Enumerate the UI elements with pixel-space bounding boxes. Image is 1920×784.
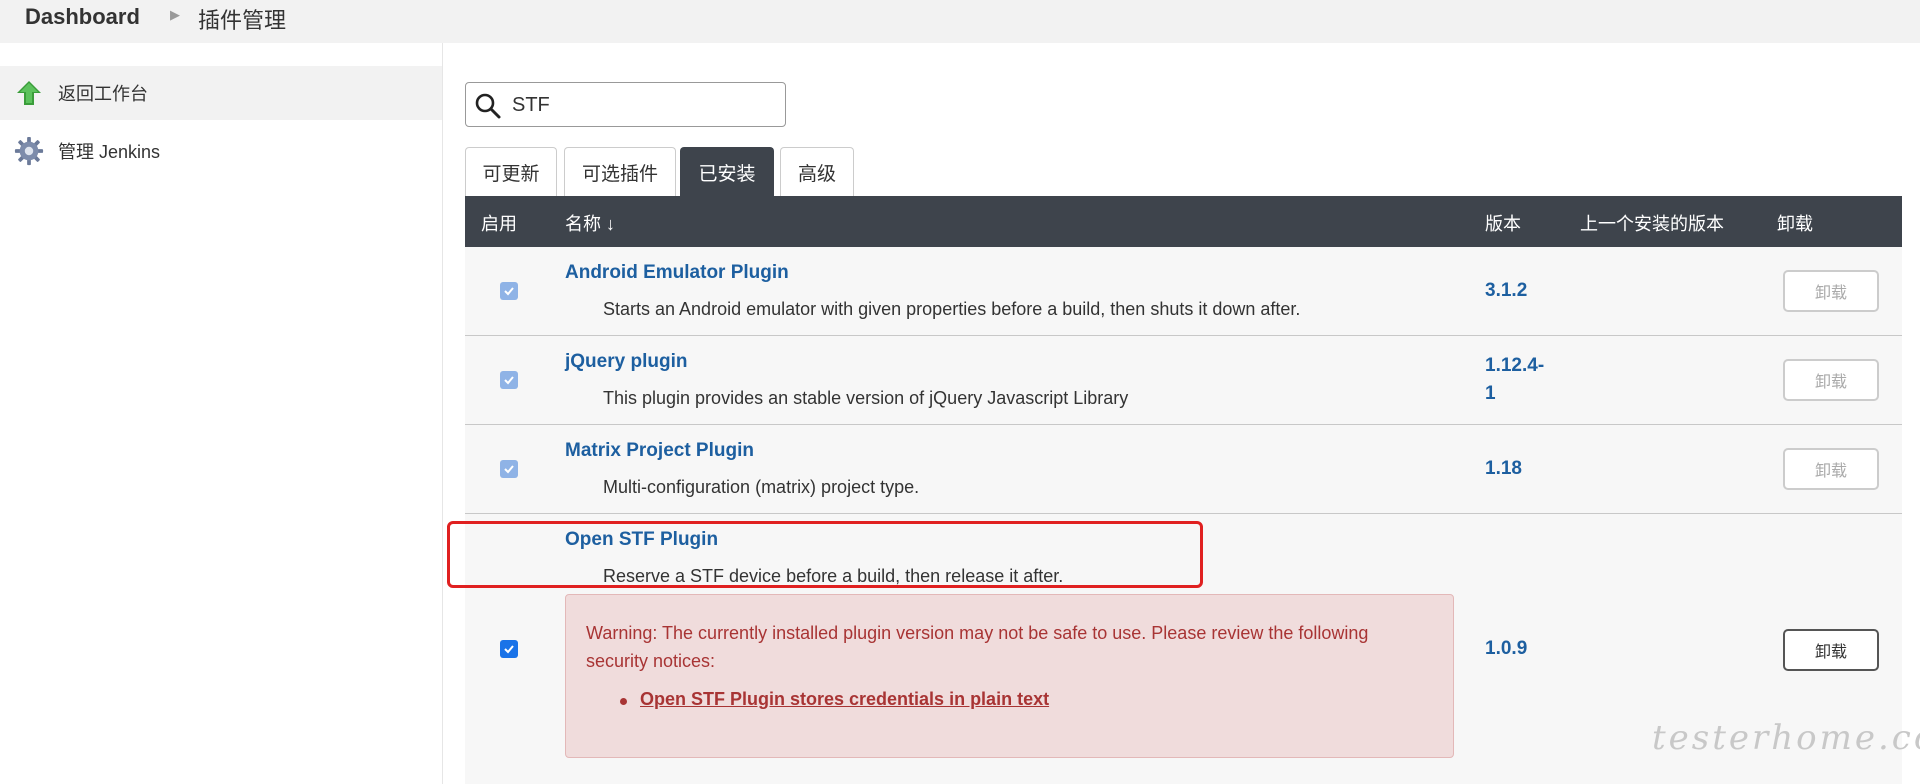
tab-installed[interactable]: 已安装	[680, 147, 774, 196]
enabled-checkbox[interactable]	[500, 371, 518, 389]
plugin-version-link[interactable]: 1.12.4- 1	[1485, 352, 1544, 408]
search-icon	[474, 92, 502, 125]
plugin-description: Multi-configuration (matrix) project typ…	[603, 477, 920, 497]
warning-text: Warning: The currently installed plugin …	[586, 623, 1369, 671]
plugin-description: This plugin provides an stable version o…	[603, 388, 1129, 408]
table-row: Android Emulator Plugin Starts an Androi…	[465, 247, 1902, 336]
tab-updates[interactable]: 可更新	[465, 147, 557, 196]
sidebar-item-back-to-dashboard[interactable]: 返回工作台	[0, 66, 442, 120]
column-previous-version[interactable]: 上一个安装的版本	[1580, 210, 1724, 236]
plugin-name-link[interactable]: Matrix Project Plugin	[565, 440, 754, 462]
version-line: 1	[1485, 383, 1496, 404]
sidebar: 返回工作台 管理 Jenkins	[0, 43, 443, 784]
uninstall-button[interactable]: 卸载	[1783, 270, 1879, 312]
uninstall-button[interactable]: 卸载	[1783, 629, 1879, 671]
column-version[interactable]: 版本	[1485, 210, 1521, 236]
version-line: 1.12.4-	[1485, 355, 1545, 376]
sidebar-item-manage-jenkins[interactable]: 管理 Jenkins	[0, 124, 442, 178]
plugin-version-link[interactable]: 1.0.9	[1485, 635, 1527, 663]
security-notice-link[interactable]: Open STF Plugin stores credentials in pl…	[640, 689, 1049, 710]
search-input[interactable]	[512, 91, 772, 119]
column-uninstall[interactable]: 卸载	[1777, 210, 1813, 236]
tab-available[interactable]: 可选插件	[564, 147, 676, 196]
enabled-checkbox[interactable]	[500, 282, 518, 300]
plugin-version-link[interactable]: 1.18	[1485, 455, 1522, 483]
breadcrumb-current-page: 插件管理	[198, 8, 287, 33]
breadcrumb-dashboard-link[interactable]: Dashboard	[25, 4, 140, 30]
uninstall-button[interactable]: 卸载	[1783, 448, 1879, 490]
column-enabled[interactable]: 启用	[481, 210, 517, 236]
plugin-version-link[interactable]: 3.1.2	[1485, 277, 1527, 305]
breadcrumb-separator-icon: ▶	[170, 7, 180, 22]
column-name[interactable]: 名称 ↓	[565, 210, 615, 236]
plugin-name-link[interactable]: jQuery plugin	[565, 351, 687, 373]
sidebar-item-label: 返回工作台	[58, 84, 148, 104]
tab-advanced[interactable]: 高级	[780, 147, 854, 196]
enabled-checkbox[interactable]	[500, 460, 518, 478]
table-row: Matrix Project Plugin Multi-configuratio…	[465, 425, 1902, 514]
table-header: 启用 名称 ↓ 版本 上一个安装的版本 卸载	[465, 196, 1902, 247]
installed-plugins-table: 启用 名称 ↓ 版本 上一个安装的版本 卸载 Android Emulator …	[465, 196, 1902, 784]
annotation-highlight-box	[447, 521, 1203, 588]
plugin-description: Starts an Android emulator with given pr…	[603, 299, 1301, 319]
gear-icon	[14, 136, 44, 166]
up-arrow-icon	[14, 78, 44, 108]
sidebar-item-label: 管理 Jenkins	[58, 142, 161, 162]
watermark: testerhome.com	[1652, 718, 1920, 758]
enabled-checkbox[interactable]	[500, 640, 518, 658]
uninstall-button[interactable]: 卸载	[1783, 359, 1879, 401]
plugin-name-link[interactable]: Android Emulator Plugin	[565, 262, 789, 284]
bullet-icon	[620, 698, 627, 705]
breadcrumb: Dashboard ▶ 插件管理	[0, 0, 1920, 43]
plugin-search-field[interactable]	[465, 82, 786, 127]
table-row: jQuery plugin This plugin provides an st…	[465, 336, 1902, 425]
security-warning-box: Warning: The currently installed plugin …	[565, 594, 1454, 758]
